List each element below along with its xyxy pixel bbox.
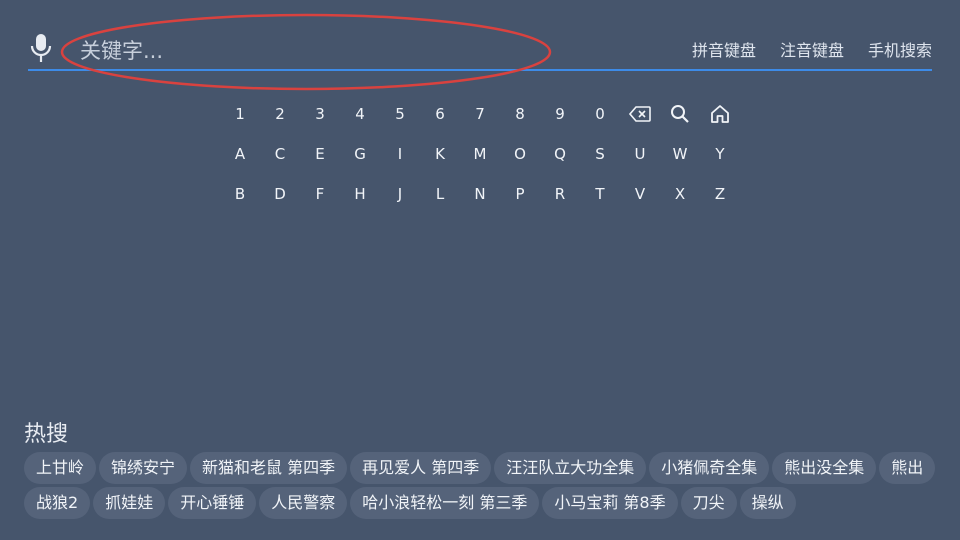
keyboard-mode-switcher: 拼音键盘 注音键盘 手机搜索 (692, 37, 932, 61)
pinyin-keyboard-tab[interactable]: 拼音键盘 (692, 37, 756, 61)
key-z[interactable]: Z (700, 174, 740, 214)
search-underline (28, 69, 932, 71)
key-e[interactable]: E (300, 134, 340, 174)
hot-search-chip[interactable]: 人民警察 (259, 487, 348, 519)
key-m[interactable]: M (460, 134, 500, 174)
key-6[interactable]: 6 (420, 94, 460, 134)
hot-search-chip[interactable]: 开心锤锤 (168, 487, 257, 519)
keyboard-row-letters-1: ACEGIKMOQSUWY (220, 134, 740, 174)
key-l[interactable]: L (420, 174, 460, 214)
hot-search-chip[interactable]: 抓娃娃 (93, 487, 166, 519)
hot-search-chip[interactable]: 再见爱人 第四季 (350, 452, 492, 484)
key-p[interactable]: P (500, 174, 540, 214)
hot-search-chip[interactable]: 上甘岭 (24, 452, 97, 484)
hot-search-chip[interactable]: 操纵 (739, 487, 796, 519)
backspace-key[interactable] (620, 94, 660, 134)
hot-search-chip[interactable]: 刀尖 (680, 487, 737, 519)
keyboard-row-digits: 1234567890 (220, 94, 740, 134)
hot-search-chip[interactable]: 新猫和老鼠 第四季 (190, 452, 348, 484)
hot-search-chip[interactable]: 战狼2 (24, 487, 91, 519)
key-y[interactable]: Y (700, 134, 740, 174)
hot-search-chip[interactable]: 熊出 (879, 452, 936, 484)
key-j[interactable]: J (380, 174, 420, 214)
home-icon (710, 104, 730, 124)
hot-search-chip[interactable]: 小马宝莉 第8季 (542, 487, 678, 519)
onscreen-keyboard: 1234567890 ACEGIKMOQSUWY BDFHJLNPRTVXZ (220, 94, 740, 214)
search-input[interactable] (80, 36, 500, 66)
key-7[interactable]: 7 (460, 94, 500, 134)
microphone-icon[interactable] (28, 32, 54, 64)
key-s[interactable]: S (580, 134, 620, 174)
key-0[interactable]: 0 (580, 94, 620, 134)
key-u[interactable]: U (620, 134, 660, 174)
key-x[interactable]: X (660, 174, 700, 214)
key-k[interactable]: K (420, 134, 460, 174)
hot-search-row-1: 上甘岭 锦绣安宁 新猫和老鼠 第四季 再见爱人 第四季 汪汪队立大功全集 小猪佩奇全集 熊出… (24, 452, 936, 484)
key-b[interactable]: B (220, 174, 260, 214)
key-o[interactable]: O (500, 134, 540, 174)
zhuyin-keyboard-tab[interactable]: 注音键盘 (780, 37, 844, 61)
key-5[interactable]: 5 (380, 94, 420, 134)
phone-search-tab[interactable]: 手机搜索 (868, 37, 932, 61)
search-key[interactable] (660, 94, 700, 134)
key-c[interactable]: C (260, 134, 300, 174)
key-t[interactable]: T (580, 174, 620, 214)
search-bar: 拼音键盘 注音键盘 手机搜索 (28, 30, 932, 71)
key-v[interactable]: V (620, 174, 660, 214)
hot-search-area: 上甘岭 锦绣安宁 新猫和老鼠 第四季 再见爱人 第四季 汪汪队立大功全集 小猪佩奇全集 熊出… (0, 0, 936, 540)
backspace-icon (629, 106, 651, 122)
key-2[interactable]: 2 (260, 94, 300, 134)
key-4[interactable]: 4 (340, 94, 380, 134)
key-n[interactable]: N (460, 174, 500, 214)
key-r[interactable]: R (540, 174, 580, 214)
hot-search-chip[interactable]: 熊出没全集 (772, 452, 877, 484)
key-a[interactable]: A (220, 134, 260, 174)
key-3[interactable]: 3 (300, 94, 340, 134)
search-icon (670, 104, 690, 124)
key-f[interactable]: F (300, 174, 340, 214)
hot-search-title: 热搜 (24, 422, 69, 447)
key-h[interactable]: H (340, 174, 380, 214)
home-key[interactable] (700, 94, 740, 134)
key-i[interactable]: I (380, 134, 420, 174)
key-9[interactable]: 9 (540, 94, 580, 134)
hot-search-row-2: 战狼2 抓娃娃 开心锤锤 人民警察 哈小浪轻松一刻 第三季 小马宝莉 第8季 刀尖 操纵 (24, 487, 796, 519)
hot-search-chip[interactable]: 小猪佩奇全集 (649, 452, 770, 484)
key-8[interactable]: 8 (500, 94, 540, 134)
key-1[interactable]: 1 (220, 94, 260, 134)
key-g[interactable]: G (340, 134, 380, 174)
hot-search-chip[interactable]: 汪汪队立大功全集 (494, 452, 647, 484)
keyboard-row-letters-2: BDFHJLNPRTVXZ (220, 174, 740, 214)
hot-search-chip[interactable]: 哈小浪轻松一刻 第三季 (350, 487, 540, 519)
key-d[interactable]: D (260, 174, 300, 214)
hot-search-chip[interactable]: 锦绣安宁 (99, 452, 188, 484)
key-w[interactable]: W (660, 134, 700, 174)
key-q[interactable]: Q (540, 134, 580, 174)
